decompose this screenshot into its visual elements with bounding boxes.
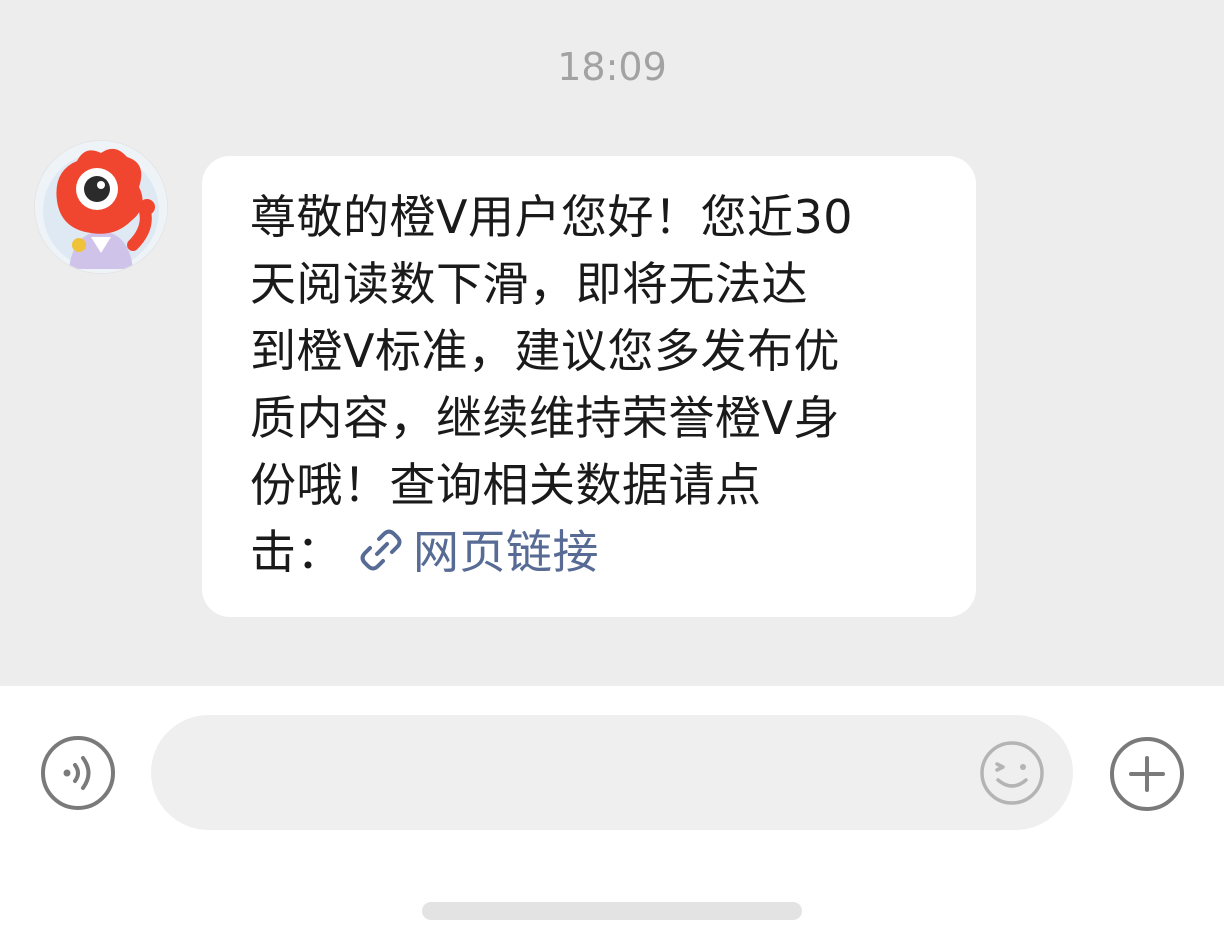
message-link-prefix: 击： — [250, 525, 343, 579]
home-indicator[interactable] — [422, 902, 802, 920]
avatar[interactable] — [35, 141, 167, 273]
message-line: 份哦！查询相关数据请点 — [250, 458, 762, 512]
link-icon — [357, 525, 405, 592]
voice-icon — [41, 736, 115, 810]
plus-icon — [1110, 737, 1184, 811]
link-text: 网页链接 — [413, 525, 599, 579]
emoji-button[interactable] — [979, 740, 1045, 806]
message-timestamp: 18:09 — [557, 45, 667, 89]
chat-area: 18:09 尊敬的橙V用户您好！您近30 天阅读数下滑，即将无法达 到橙V标准，… — [0, 0, 1224, 686]
message-input[interactable] — [151, 715, 1073, 830]
message-line: 到橙V标准，建议您多发布优 — [250, 324, 840, 378]
message-line-with-link: 击： 网页链接 — [250, 519, 946, 586]
message-line: 天阅读数下滑，即将无法达 — [250, 257, 808, 311]
message-line: 尊敬的橙V用户您好！您近30 — [250, 190, 854, 244]
web-link[interactable]: 网页链接 — [357, 519, 599, 592]
mascot-avatar-icon — [35, 141, 167, 273]
plus-button[interactable] — [1108, 735, 1186, 813]
emoji-icon — [980, 741, 1044, 805]
voice-button[interactable] — [40, 735, 116, 811]
message-bubble[interactable]: 尊敬的橙V用户您好！您近30 天阅读数下滑，即将无法达 到橙V标准，建议您多发布… — [202, 156, 976, 617]
message-line: 质内容，继续维持荣誉橙V身 — [250, 391, 840, 445]
